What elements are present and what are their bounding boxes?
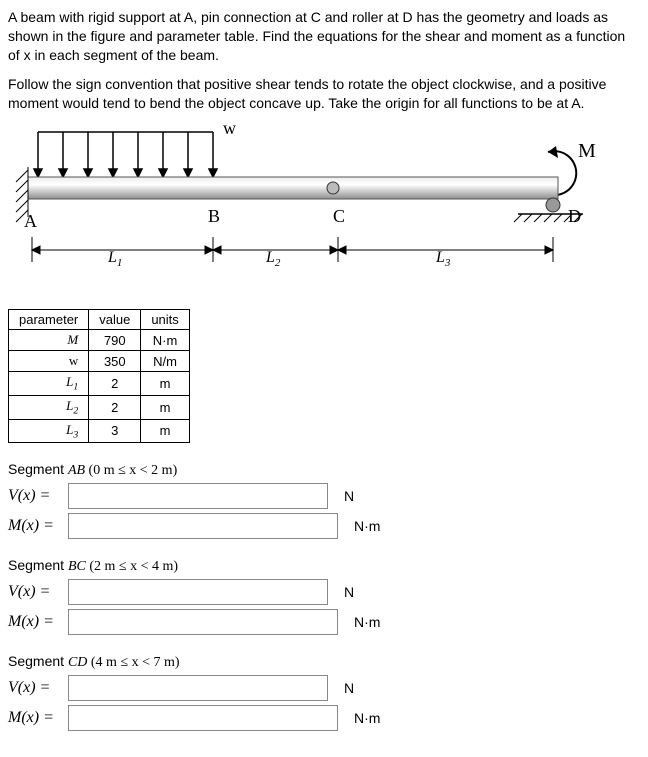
segment-ab-m-unit: N·m	[354, 518, 380, 534]
segment-ab-v-unit: N	[344, 488, 354, 504]
segment-ab-v-input[interactable]	[68, 483, 328, 509]
segment-cd-m-unit: N·m	[354, 710, 380, 726]
segment-cd-title: Segment CD (4 m ≤ x < 7 m)	[8, 653, 640, 671]
segment-bc-v-input[interactable]	[68, 579, 328, 605]
segment-ab-block: Segment AB (0 m ≤ x < 2 m) V(x) = N M(x)…	[8, 461, 640, 539]
table-head-units: units	[141, 310, 189, 330]
segment-cd-m-input[interactable]	[68, 705, 338, 731]
segment-cd-v-unit: N	[344, 680, 354, 696]
segment-cd-block: Segment CD (4 m ≤ x < 7 m) V(x) = N M(x)…	[8, 653, 640, 731]
segment-ab-title: Segment AB (0 m ≤ x < 2 m)	[8, 461, 640, 479]
figure-label-D: D	[568, 206, 581, 226]
segment-bc-m-unit: N·m	[354, 614, 380, 630]
table-row: L3 3 m	[9, 419, 190, 443]
table-row: L1 2 m	[9, 372, 190, 396]
segment-bc-m-input[interactable]	[68, 609, 338, 635]
parameter-table: parameter value units M 790 N·m w 350 N/…	[8, 309, 190, 443]
beam-figure: w M A B C D	[8, 122, 640, 295]
segment-bc-v-label: V(x) =	[8, 583, 68, 601]
figure-label-w: w	[223, 122, 236, 138]
problem-paragraph-1: A beam with rigid support at A, pin conn…	[8, 8, 640, 65]
figure-label-A: A	[24, 211, 37, 231]
figure-label-C: C	[333, 206, 345, 226]
figure-label-L2: L2	[265, 249, 281, 269]
table-head-parameter: parameter	[9, 310, 89, 330]
table-row: L2 2 m	[9, 396, 190, 420]
segment-cd-v-label: V(x) =	[8, 679, 68, 697]
table-head-value: value	[89, 310, 141, 330]
segment-ab-v-label: V(x) =	[8, 487, 68, 505]
table-row: w 350 N/m	[9, 351, 190, 372]
segment-bc-title: Segment BC (2 m ≤ x < 4 m)	[8, 557, 640, 575]
segment-bc-m-label: M(x) =	[8, 613, 68, 631]
problem-paragraph-2: Follow the sign convention that positive…	[8, 75, 640, 113]
figure-label-B: B	[208, 206, 220, 226]
figure-label-L3: L3	[435, 249, 451, 269]
segment-cd-v-input[interactable]	[68, 675, 328, 701]
segment-ab-m-label: M(x) =	[8, 517, 68, 535]
segment-bc-block: Segment BC (2 m ≤ x < 4 m) V(x) = N M(x)…	[8, 557, 640, 635]
figure-label-M: M	[578, 140, 596, 162]
segment-bc-v-unit: N	[344, 584, 354, 600]
table-row: M 790 N·m	[9, 330, 190, 351]
segment-ab-m-input[interactable]	[68, 513, 338, 539]
figure-label-L1: L1	[107, 249, 122, 269]
